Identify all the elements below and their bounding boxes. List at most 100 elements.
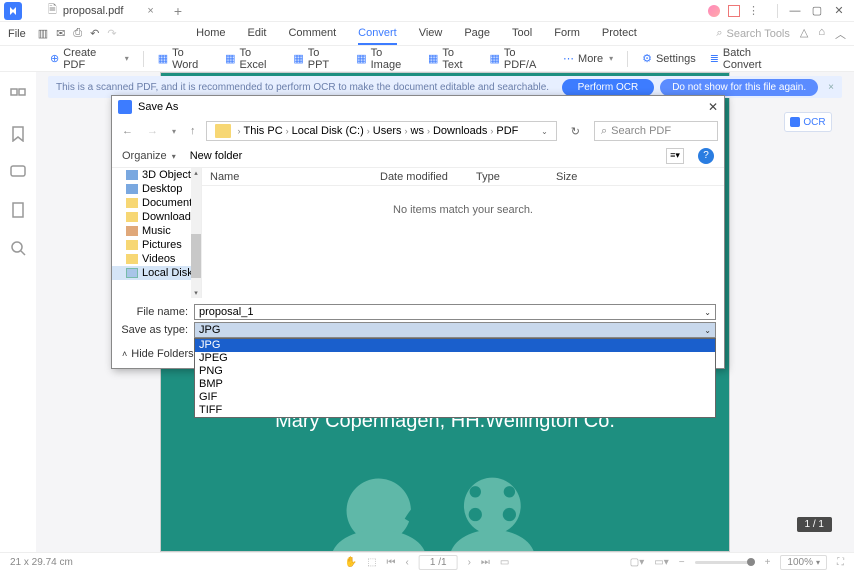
to-text-button[interactable]: ▦To Text — [428, 47, 476, 71]
zoom-slider[interactable] — [695, 561, 755, 564]
save-icon[interactable]: ▥ — [38, 27, 48, 40]
search-panel-icon[interactable] — [10, 240, 26, 256]
tree-item[interactable]: 3D Objects — [142, 169, 196, 181]
tab-convert[interactable]: Convert — [358, 23, 397, 45]
crumb[interactable]: ws — [411, 125, 424, 137]
tab-form[interactable]: Form — [554, 23, 580, 45]
home-icon[interactable]: ⌂ — [818, 26, 825, 42]
search-tools[interactable]: ⌕ Search Tools — [716, 27, 790, 40]
print-icon[interactable]: ⎙ — [73, 27, 82, 40]
mail-icon[interactable]: ✉ — [56, 27, 65, 40]
fullscreen-icon[interactable]: ⛶ — [837, 557, 844, 568]
tree-item[interactable]: Desktop — [142, 183, 182, 195]
tree-item[interactable]: Documents — [142, 197, 198, 209]
fit-width-icon[interactable]: ▭▾ — [654, 557, 668, 568]
notification-icon[interactable] — [728, 5, 740, 17]
to-image-button[interactable]: ▦To Image — [356, 47, 414, 71]
zoom-level-select[interactable]: 100%▾ — [780, 555, 827, 570]
folder-tree[interactable]: 3D Objects Desktop Documents Downloads M… — [112, 168, 202, 298]
option-jpeg[interactable]: JPEG — [195, 352, 715, 365]
tab-comment[interactable]: Comment — [288, 23, 336, 45]
hand-tool-icon[interactable]: ✋ — [345, 557, 357, 568]
tree-scrollbar-thumb[interactable] — [191, 234, 201, 278]
savetype-dropdown[interactable]: JPG JPEG PNG BMP GIF TIFF — [194, 338, 716, 418]
thumbnails-icon[interactable] — [10, 88, 26, 104]
to-ppt-button[interactable]: ▦To PPT — [293, 47, 342, 71]
tree-scroll-down[interactable]: ▾ — [191, 288, 201, 298]
to-word-button[interactable]: ▦To Word — [158, 47, 211, 71]
organize-menu[interactable]: Organize ▾ — [122, 150, 176, 162]
option-png[interactable]: PNG — [195, 365, 715, 378]
tab-page[interactable]: Page — [464, 23, 490, 45]
new-folder-button[interactable]: New folder — [190, 150, 243, 162]
tab-view[interactable]: View — [419, 23, 443, 45]
option-gif[interactable]: GIF — [195, 391, 715, 404]
nav-forward-button[interactable]: → — [143, 125, 162, 137]
first-page-icon[interactable]: ⏮ — [387, 557, 396, 568]
prev-page-icon[interactable]: ‹ — [406, 557, 409, 568]
crumb[interactable]: Local Disk (C:) — [292, 125, 364, 137]
fit-page-icon[interactable]: ▢▾ — [630, 557, 644, 568]
col-name[interactable]: Name — [202, 171, 372, 183]
breadcrumb-dropdown-icon[interactable]: ⌄ — [537, 127, 552, 136]
option-jpg[interactable]: JPG — [195, 339, 715, 352]
breadcrumb-bar[interactable]: › This PC› Local Disk (C:)› Users› ws› D… — [206, 121, 557, 141]
batch-convert-button[interactable]: ≣Batch Convert — [710, 47, 790, 71]
close-banner-icon[interactable]: × — [828, 82, 834, 93]
option-bmp[interactable]: BMP — [195, 378, 715, 391]
crumb[interactable]: Users — [373, 125, 402, 137]
tab-tool[interactable]: Tool — [512, 23, 532, 45]
cloud-icon[interactable]: △ — [800, 26, 808, 42]
reading-mode-icon[interactable]: ▭ — [500, 557, 509, 568]
undo-icon[interactable]: ↶ — [90, 27, 99, 40]
settings-button[interactable]: ⚙Settings — [642, 52, 696, 65]
attachments-icon[interactable] — [10, 202, 26, 218]
document-tab[interactable]: 🗎 proposal.pdf × — [38, 0, 164, 22]
refresh-button[interactable]: ↻ — [563, 125, 588, 138]
page-number-input[interactable]: 1 /1 — [419, 555, 458, 570]
crumb[interactable]: This PC — [244, 125, 283, 137]
file-menu[interactable]: File — [8, 28, 26, 40]
zoom-in-icon[interactable]: + — [765, 557, 771, 568]
tree-item[interactable]: Downloads — [142, 211, 196, 223]
tab-edit[interactable]: Edit — [248, 23, 267, 45]
collapse-ribbon-icon[interactable]: ︿ — [835, 26, 846, 42]
dismiss-ocr-button[interactable]: Do not show for this file again. — [660, 79, 818, 96]
nav-back-button[interactable]: ← — [118, 125, 137, 137]
filename-input[interactable]: proposal_1⌄ — [194, 304, 716, 320]
view-options-button[interactable]: ≡▾ — [666, 148, 684, 164]
tab-home[interactable]: Home — [196, 23, 225, 45]
dialog-search-input[interactable]: ⌕ Search PDF — [594, 121, 718, 141]
chevron-down-icon[interactable]: ⌄ — [704, 326, 711, 335]
bookmarks-icon[interactable] — [10, 126, 26, 142]
file-list[interactable]: Name Date modified Type Size No items ma… — [202, 168, 724, 298]
help-button[interactable]: ? — [698, 148, 714, 164]
next-page-icon[interactable]: › — [468, 557, 471, 568]
select-tool-icon[interactable]: ⬚ — [367, 557, 376, 568]
option-tiff[interactable]: TIFF — [195, 404, 715, 417]
comments-icon[interactable] — [10, 164, 26, 180]
tree-scroll-up[interactable]: ▴ — [191, 168, 201, 178]
nav-recent-dropdown[interactable]: ▾ — [168, 127, 180, 136]
account-avatar-icon[interactable] — [708, 5, 720, 17]
add-tab-button[interactable]: + — [174, 3, 182, 19]
tree-scrollbar-track[interactable] — [191, 168, 201, 298]
tree-item[interactable]: Pictures — [142, 239, 182, 251]
col-size[interactable]: Size — [548, 171, 608, 183]
more-button[interactable]: ⋯More▾ — [563, 52, 613, 65]
zoom-slider-thumb[interactable] — [747, 558, 755, 566]
to-excel-button[interactable]: ▦To Excel — [225, 47, 279, 71]
more-menu-icon[interactable]: ⋮ — [748, 4, 759, 17]
chevron-down-icon[interactable]: ⌄ — [704, 308, 711, 317]
perform-ocr-button[interactable]: Perform OCR — [562, 79, 655, 96]
savetype-select[interactable]: JPG⌄ — [194, 322, 716, 338]
last-page-icon[interactable]: ⏭ — [481, 557, 490, 568]
close-window-button[interactable]: ✕ — [830, 2, 848, 20]
tree-item[interactable]: Music — [142, 225, 171, 237]
crumb[interactable]: PDF — [496, 125, 518, 137]
to-pdfa-button[interactable]: ▦To PDF/A — [490, 47, 550, 71]
minimize-button[interactable]: — — [786, 2, 804, 20]
hide-folders-toggle[interactable]: ˄ Hide Folders — [122, 348, 194, 360]
zoom-out-icon[interactable]: − — [679, 557, 685, 568]
crumb[interactable]: Downloads — [433, 125, 487, 137]
